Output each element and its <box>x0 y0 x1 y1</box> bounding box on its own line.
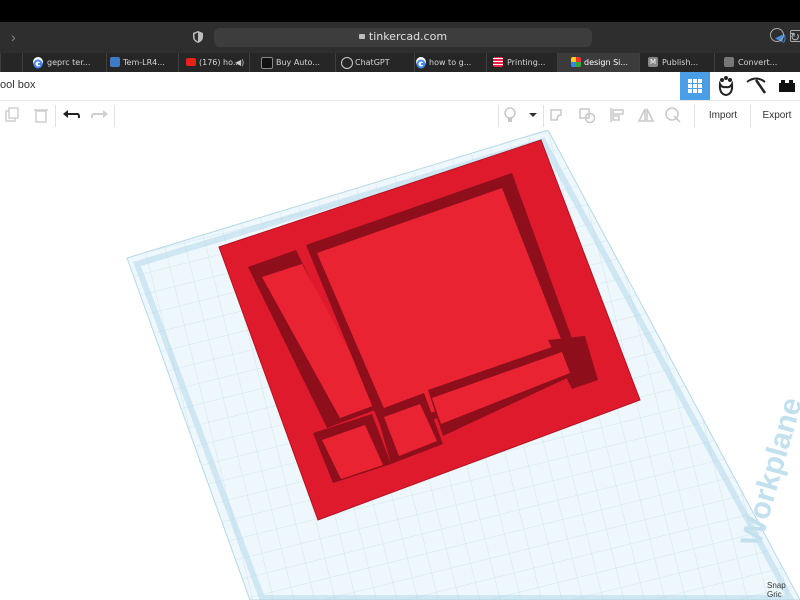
tab-tem[interactable]: Tem-LR4... <box>106 53 179 72</box>
edit-toolbar: Import Export <box>0 101 800 131</box>
tab-label: Buy Auto... <box>276 58 320 67</box>
toolbar-divider <box>498 105 499 127</box>
tab-speaker-icon[interactable]: ◀) <box>235 53 244 72</box>
tab-geprc[interactable]: geprc ter... <box>22 53 107 72</box>
group-icon[interactable] <box>548 106 566 124</box>
tab-buy-auto[interactable]: Buy Auto... <box>249 53 336 72</box>
lego-view-button[interactable] <box>772 72 800 100</box>
google-icon <box>416 57 426 69</box>
toolbar-divider <box>694 105 695 127</box>
import-button[interactable]: Import <box>700 105 746 126</box>
top-black-bar <box>0 0 800 22</box>
copy-icon[interactable] <box>3 106 21 124</box>
chevron-down-icon[interactable] <box>524 106 542 124</box>
m-logo-icon: M <box>648 57 658 67</box>
workplane-canvas[interactable]: Workplane <box>0 130 800 600</box>
lightbulb-icon[interactable] <box>501 106 519 124</box>
tab-label: geprc ter... <box>47 58 91 67</box>
tab-label: ChatGPT <box>355 58 390 67</box>
align-icon[interactable] <box>608 106 626 124</box>
youtube-icon <box>186 58 196 66</box>
3d-view-button[interactable] <box>680 72 710 100</box>
browser-toolbar: › tinkercad.com ◀) ↻ <box>0 22 800 53</box>
mirror-icon[interactable] <box>637 106 655 124</box>
forward-icon[interactable]: › <box>11 29 16 45</box>
ungroup-icon[interactable] <box>578 106 596 124</box>
chatgpt-icon <box>341 57 353 69</box>
tab-overview-icon[interactable] <box>790 30 800 42</box>
blocks-view-button[interactable] <box>711 72 741 100</box>
design-title[interactable]: ool box <box>0 79 35 91</box>
download-icon[interactable] <box>770 28 784 42</box>
tab-youtube[interactable]: (176) ho... ◀) <box>178 53 250 72</box>
tab-strip: geprc ter... Tem-LR4... (176) ho... ◀) B… <box>0 53 800 72</box>
tab-printing[interactable]: Printing... <box>486 53 558 72</box>
app-header: ool box <box>0 72 800 101</box>
export-button[interactable]: Export <box>754 105 800 126</box>
grid-view-icon <box>688 79 702 93</box>
tab-label: how to g... <box>429 58 472 67</box>
lock-icon <box>358 34 365 39</box>
undo-icon[interactable] <box>62 106 80 124</box>
redo-icon[interactable] <box>91 106 109 124</box>
pickaxe-icon <box>746 77 767 94</box>
tab-label: Tem-LR4... <box>123 58 165 67</box>
toolbar-divider <box>114 105 115 127</box>
tab-label: Publish... <box>662 58 699 67</box>
toolbar-divider <box>543 105 544 127</box>
tab-chatgpt[interactable]: ChatGPT <box>335 53 415 72</box>
bricks-view-button[interactable] <box>741 72 771 100</box>
cruise-icon[interactable] <box>664 106 682 124</box>
privacy-shield-icon[interactable] <box>193 31 203 43</box>
g-app-icon <box>110 57 120 67</box>
url-text: tinkercad.com <box>368 30 448 43</box>
toolbar-divider <box>55 105 56 127</box>
google-icon <box>33 57 43 69</box>
tab-convert[interactable]: Convert... <box>714 53 800 72</box>
url-display: tinkercad.com <box>214 30 592 43</box>
snap-grid-label[interactable]: Snap Gric <box>767 581 800 599</box>
tab-label: design Si... <box>584 58 629 67</box>
site-logo-icon <box>724 57 734 67</box>
trash-icon[interactable] <box>32 106 50 124</box>
toolbar-divider <box>750 105 751 127</box>
workplane-label: Workplane <box>735 394 800 550</box>
tab-how-to[interactable]: how to g... <box>414 53 487 72</box>
tinkercad-icon <box>571 57 581 67</box>
tab-design-active[interactable]: design Si... <box>557 53 640 72</box>
tab-label: Printing... <box>507 58 546 67</box>
stripe-logo-icon <box>493 57 503 67</box>
scene[interactable]: Workplane <box>0 130 800 600</box>
tab-label: Convert... <box>738 58 778 67</box>
paw-icon <box>718 76 734 97</box>
address-bar[interactable]: tinkercad.com ◀) ↻ <box>214 28 800 47</box>
brick-icon <box>779 80 795 92</box>
tab-publish[interactable]: M Publish... <box>639 53 715 72</box>
site-logo-icon <box>261 57 273 69</box>
tab-partial[interactable] <box>0 53 23 72</box>
